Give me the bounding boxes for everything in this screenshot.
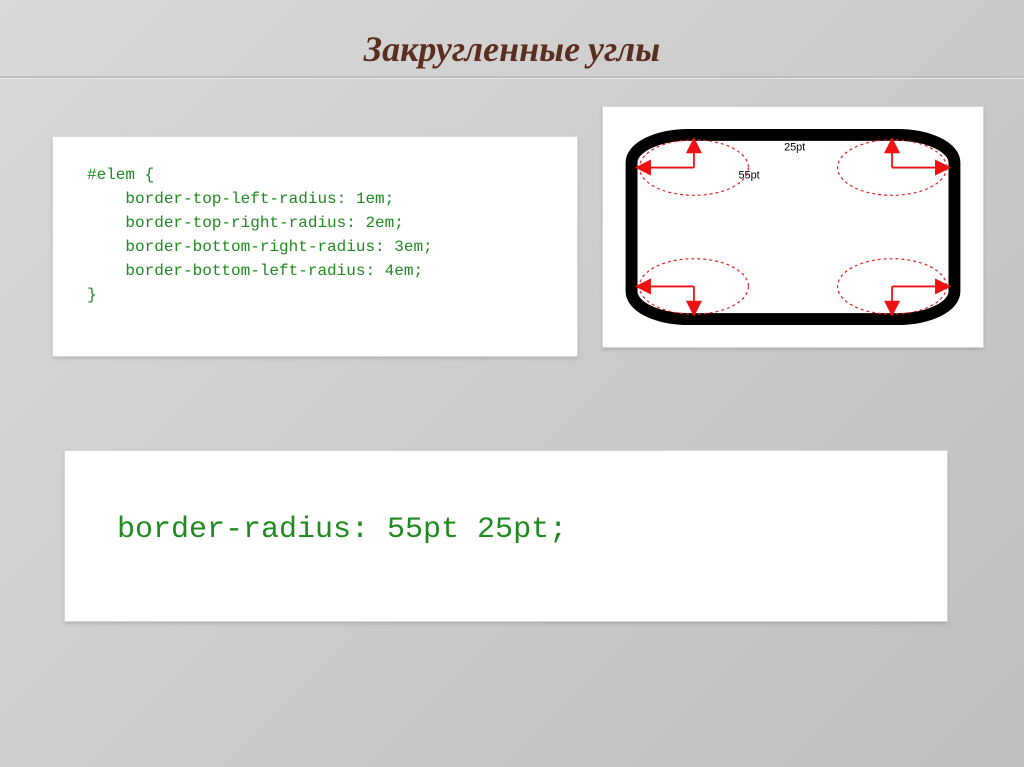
code-line: border-top-left-radius: 1em;	[87, 190, 394, 208]
diagram-svg: 25pt 55pt	[618, 123, 968, 331]
code-block-2: border-radius: 55pt 25pt;	[64, 450, 948, 622]
code-line: }	[87, 286, 97, 304]
code-line: border-top-right-radius: 2em;	[87, 214, 404, 232]
code-line: border-bottom-right-radius: 3em;	[87, 238, 433, 256]
slide-title: Закругленные углы	[0, 28, 1024, 70]
title-rule	[0, 76, 1024, 78]
diagram-label-vertical: 25pt	[784, 142, 805, 154]
code-line: #elem {	[87, 166, 154, 184]
diagram-box: 25pt 55pt	[602, 106, 984, 348]
rounded-rect-border	[632, 135, 955, 319]
code-text-2: border-radius: 55pt 25pt;	[65, 451, 947, 547]
code-text-1: #elem { border-top-left-radius: 1em; bor…	[87, 163, 559, 307]
code-line: border-bottom-left-radius: 4em;	[87, 262, 423, 280]
code-block-1: #elem { border-top-left-radius: 1em; bor…	[52, 136, 578, 357]
diagram-label-horizontal: 55pt	[739, 169, 760, 181]
